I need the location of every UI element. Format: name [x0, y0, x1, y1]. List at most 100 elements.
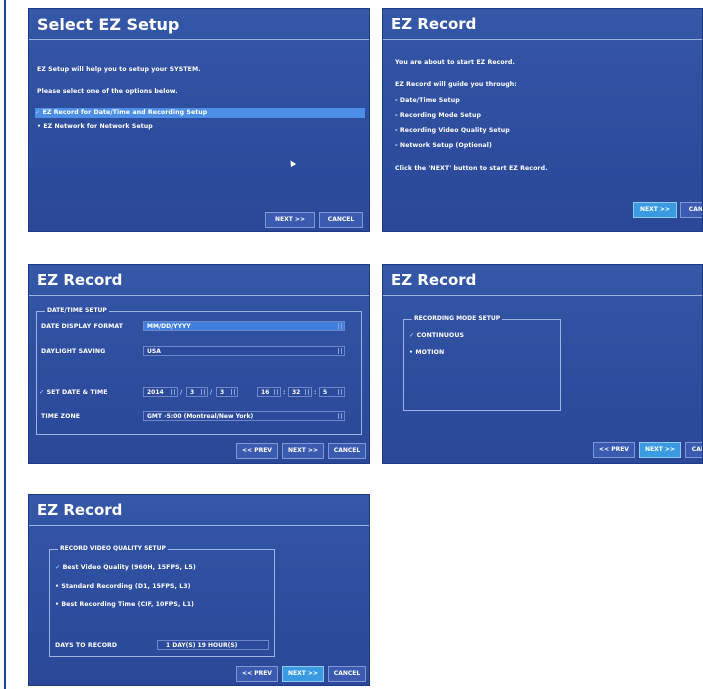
radio-dot-icon: • [55, 601, 60, 608]
set-date-time-label: SET DATE & TIME [46, 389, 108, 396]
set-date-time-checkbox[interactable]: ✓ SET DATE & TIME [39, 389, 108, 396]
section-legend: RECORDING MODE SETUP [412, 315, 503, 322]
time-zone-select[interactable]: GMT -5:00 (Montreal/New York) [143, 411, 345, 421]
mouse-cursor-icon [287, 158, 297, 168]
time-zone-value: GMT -5:00 (Montreal/New York) [147, 413, 254, 420]
year-field[interactable]: 2014 [143, 387, 178, 397]
prev-button[interactable]: << PREV [236, 666, 278, 682]
spinner-icon [338, 323, 342, 329]
check-icon: ✓ [409, 332, 415, 339]
window-title: EZ Record [37, 501, 123, 519]
window-title: EZ Record [391, 15, 477, 33]
section-legend: RECORD VIDEO QUALITY SETUP [58, 545, 168, 552]
ez-record-intro-window: EZ Record You are about to start EZ Reco… [382, 8, 703, 232]
time-zone-label: TIME ZONE [41, 413, 81, 420]
ez-record-datetime-window: EZ Record DATE/TIME SETUP DATE DISPLAY F… [28, 264, 370, 464]
checkbox-icon: ✓ [39, 389, 45, 396]
cancel-button[interactable]: CANCEL [680, 202, 702, 218]
day-field[interactable]: 3 [216, 387, 238, 397]
option-best-recording-time-label: Best Recording Time (CIF, 10FPS, L1) [61, 601, 195, 608]
title-divider [29, 39, 369, 40]
date-separator: / [210, 389, 213, 396]
month-field[interactable]: 3 [186, 387, 208, 397]
spinner-icon [274, 389, 278, 395]
spinner-icon [231, 389, 235, 395]
title-divider [383, 39, 702, 40]
days-to-record-field: 1 DAY(S) 19 HOUR(S) [157, 640, 269, 650]
title-divider [383, 295, 702, 296]
prev-button[interactable]: << PREV [593, 442, 635, 458]
step-item: - Network Setup (Optional) [395, 142, 492, 149]
intro-text-1: EZ Setup will help you to setup your SYS… [37, 66, 201, 73]
hour-value: 16 [261, 389, 270, 396]
option-standard-recording-label: Standard Recording (D1, 15FPS, L3) [61, 583, 191, 590]
title-divider [29, 295, 369, 296]
days-to-record-value: 1 DAY(S) 19 HOUR(S) [166, 642, 238, 649]
title-divider [29, 525, 369, 526]
cancel-button[interactable]: CANCEL [328, 443, 366, 459]
intro-line-2: EZ Record will guide you through: [395, 81, 517, 88]
option-continuous[interactable]: ✓ CONTINUOUS [409, 332, 464, 339]
next-button[interactable]: NEXT >> [633, 202, 677, 218]
option-best-video-quality[interactable]: ✓ Best Video Quality (960H, 15FPS, L5) [55, 564, 196, 571]
option-ez-network[interactable]: • EZ Network for Network Setup [37, 123, 153, 130]
ez-record-quality-window: EZ Record RECORD VIDEO QUALITY SETUP ✓ B… [28, 494, 370, 686]
option-motion[interactable]: • MOTION [409, 349, 444, 356]
step-item: - Date/Time Setup [395, 97, 460, 104]
check-icon: ✓ [35, 109, 41, 116]
option-ez-network-label: EZ Network for Network Setup [43, 123, 153, 130]
option-ez-record[interactable]: ✓ EZ Record for Date/Time and Recording … [35, 108, 365, 118]
hour-field[interactable]: 16 [257, 387, 281, 397]
spinner-icon [338, 348, 342, 354]
spinner-icon [338, 389, 342, 395]
radio-dot-icon: • [55, 583, 60, 590]
next-button[interactable]: NEXT >> [282, 443, 324, 459]
intro-line-1: You are about to start EZ Record. [395, 59, 515, 66]
next-button[interactable]: NEXT >> [265, 212, 315, 228]
days-to-record-label: DAYS TO RECORD [55, 642, 118, 649]
left-border [0, 0, 6, 689]
section-legend: DATE/TIME SETUP [45, 307, 109, 314]
step-item: - Recording Mode Setup [395, 112, 482, 119]
check-icon: ✓ [55, 564, 61, 571]
second-value: 5 [323, 389, 328, 396]
date-format-label: DATE DISPLAY FORMAT [41, 323, 124, 330]
option-best-recording-time[interactable]: • Best Recording Time (CIF, 10FPS, L1) [55, 601, 194, 608]
daylight-saving-value: USA [147, 348, 161, 355]
option-motion-label: MOTION [415, 349, 445, 356]
option-best-video-quality-label: Best Video Quality (960H, 15FPS, L5) [62, 564, 196, 571]
cancel-button[interactable]: CANCEL [328, 666, 366, 682]
time-separator: : [283, 389, 286, 396]
option-standard-recording[interactable]: • Standard Recording (D1, 15FPS, L3) [55, 583, 191, 590]
radio-dot-icon: • [37, 123, 42, 130]
step-item: - Recording Video Quality Setup [395, 127, 510, 134]
prev-button[interactable]: << PREV [236, 443, 278, 459]
minute-field[interactable]: 32 [288, 387, 312, 397]
option-ez-record-label: EZ Record for Date/Time and Recording Se… [42, 109, 208, 116]
daylight-saving-label: DAYLIGHT SAVING [41, 348, 106, 355]
window-title: Select EZ Setup [37, 15, 180, 34]
second-field[interactable]: 5 [319, 387, 345, 397]
cancel-button[interactable]: CANCEL [685, 442, 702, 458]
date-format-value: MM/DD/YYYY [147, 323, 191, 330]
next-button[interactable]: NEXT >> [639, 442, 681, 458]
instruction-line: Click the 'NEXT' button to start EZ Reco… [395, 165, 548, 172]
next-button[interactable]: NEXT >> [282, 666, 324, 682]
spinner-icon [338, 413, 342, 419]
cancel-button[interactable]: CANCEL [319, 212, 363, 228]
year-value: 2014 [147, 389, 164, 396]
intro-text-2: Please select one of the options below. [37, 88, 178, 95]
daylight-saving-select[interactable]: USA [143, 346, 345, 356]
option-continuous-label: CONTINUOUS [416, 332, 465, 339]
spinner-icon [171, 389, 175, 395]
window-title: EZ Record [391, 271, 477, 289]
time-separator: : [314, 389, 317, 396]
radio-dot-icon: • [409, 349, 414, 356]
date-format-select[interactable]: MM/DD/YYYY [143, 321, 345, 331]
month-value: 3 [190, 389, 195, 396]
minute-value: 32 [292, 389, 301, 396]
spinner-icon [201, 389, 205, 395]
day-value: 3 [220, 389, 225, 396]
date-separator: / [180, 389, 183, 396]
spinner-icon [305, 389, 309, 395]
